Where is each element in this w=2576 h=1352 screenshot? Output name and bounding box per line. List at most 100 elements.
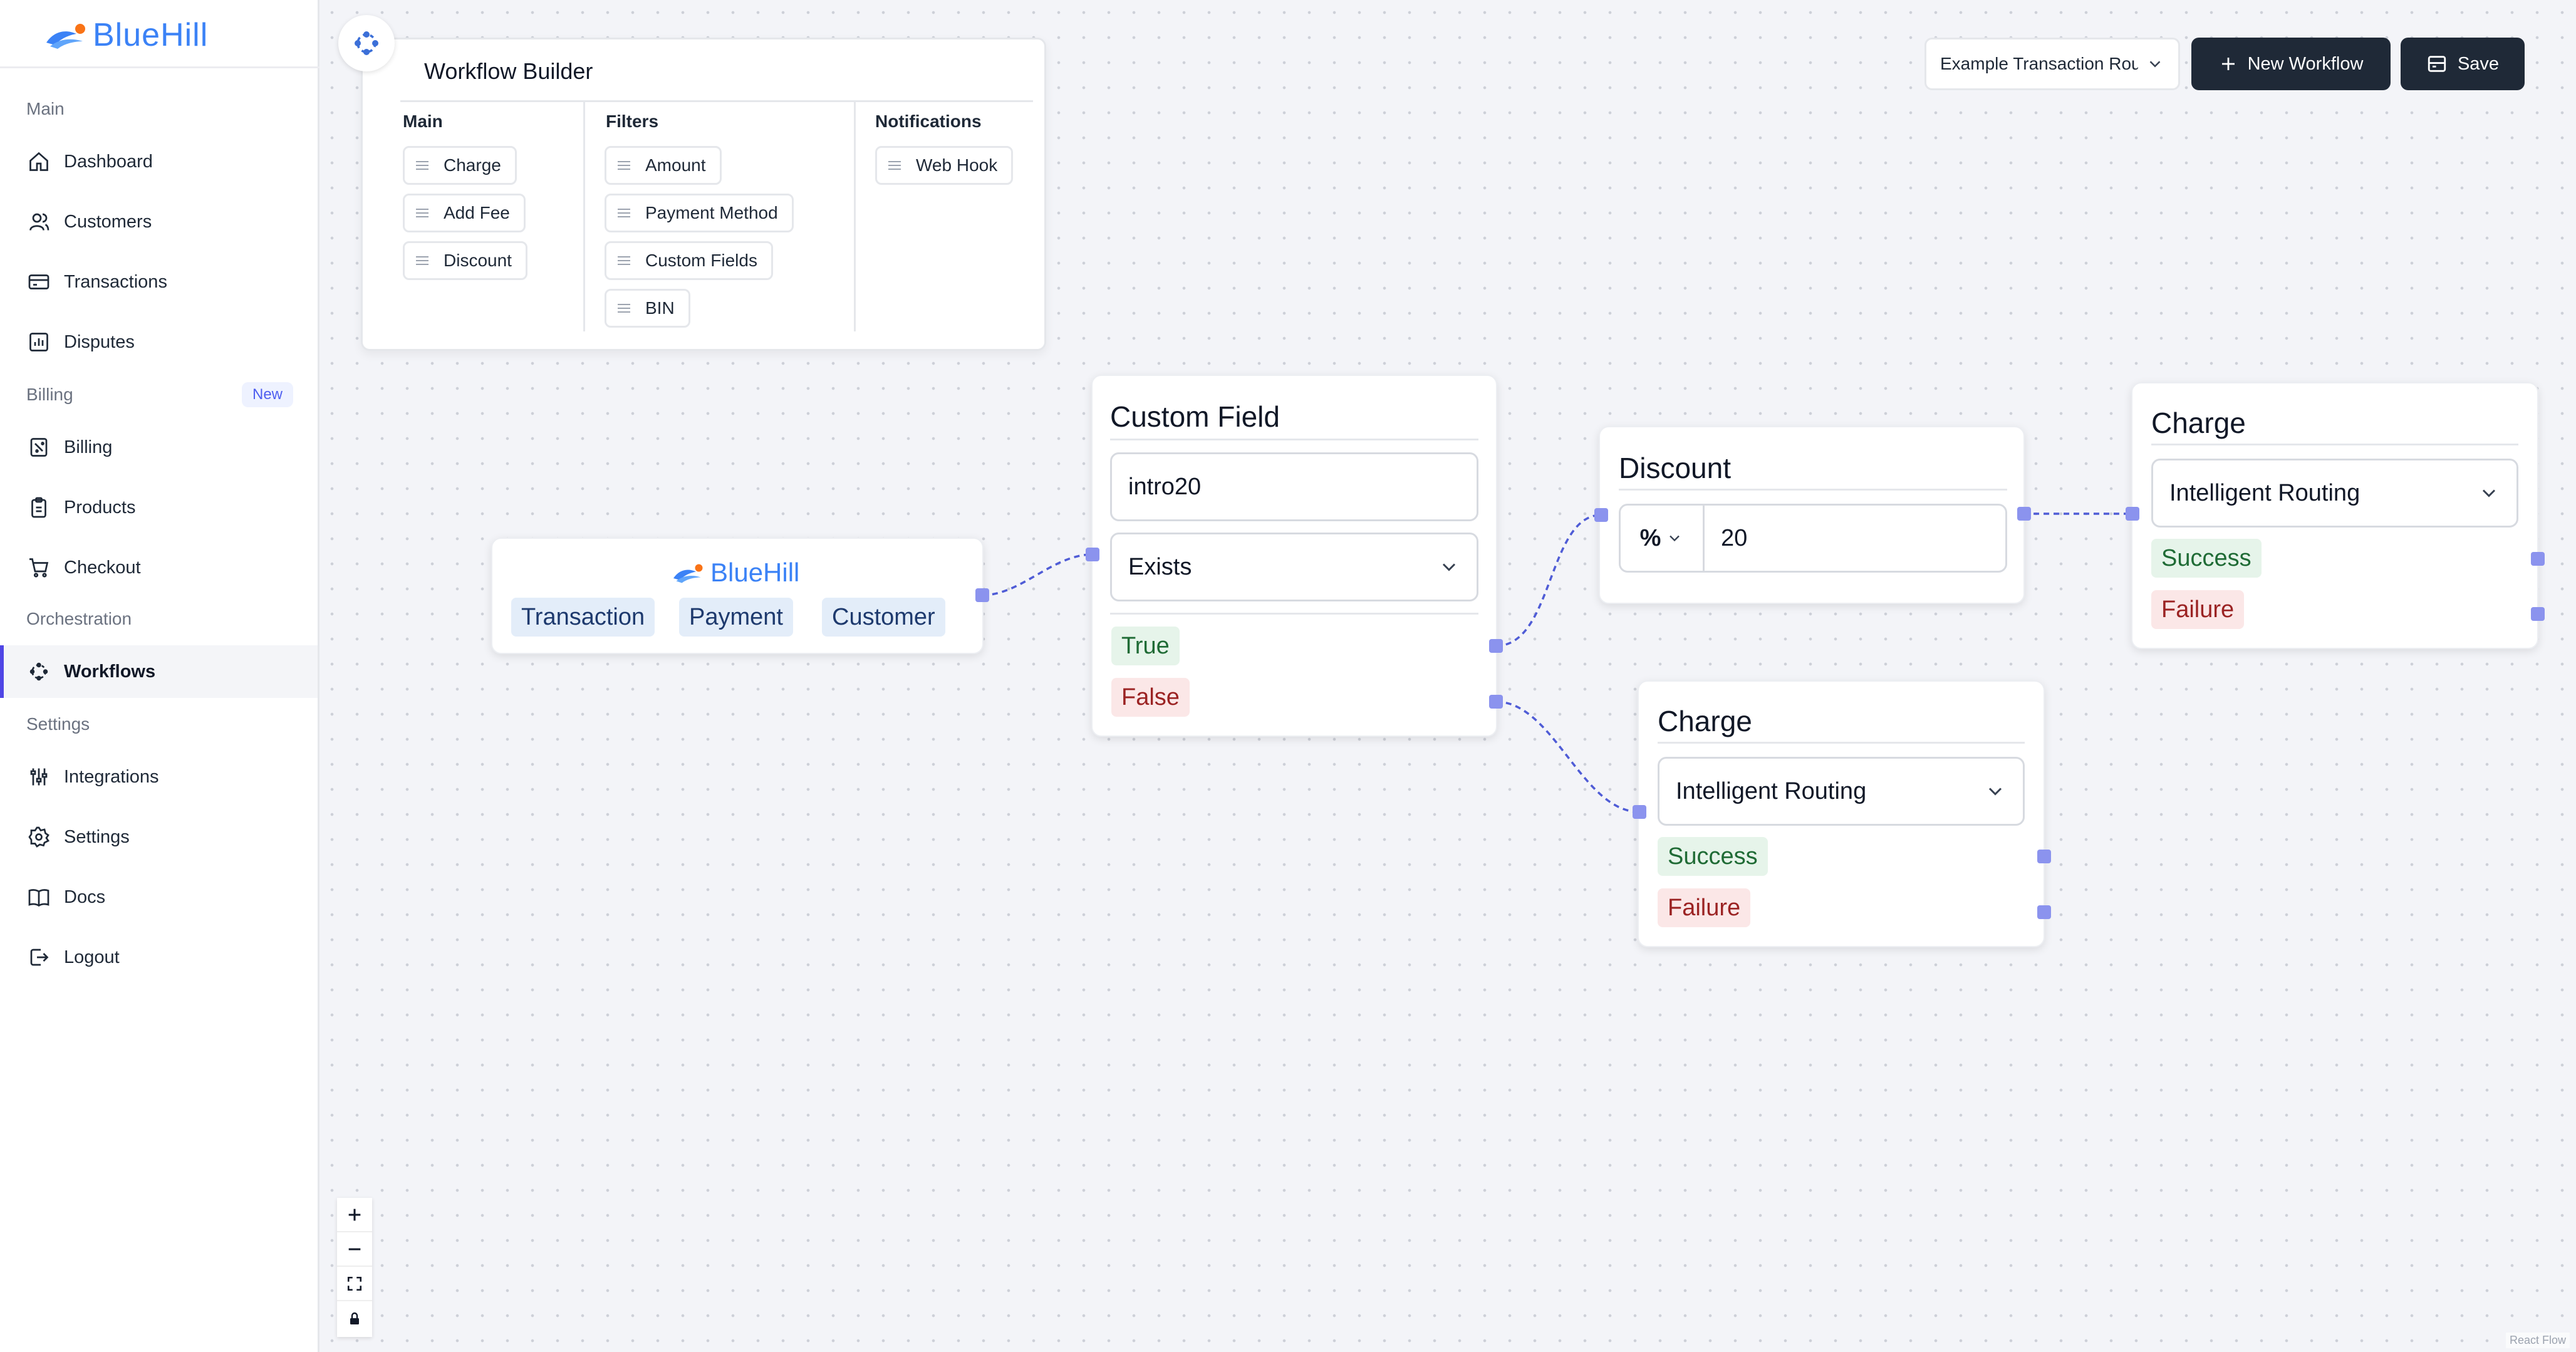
chip-label: Payment Method (645, 203, 778, 222)
charge-top-input-handle[interactable] (2126, 507, 2139, 521)
workflow-select[interactable]: Example Transaction Routing (1924, 38, 2180, 90)
chevron-down-icon (2149, 61, 2161, 68)
custom-field-input-handle[interactable] (1086, 548, 1099, 561)
builder-column-title-main: Main (403, 112, 443, 131)
chip-label: Amount (645, 155, 706, 175)
discount-input-group: % 20 (1619, 504, 2007, 573)
charge-top-routing-select[interactable]: Intelligent Routing (2151, 459, 2518, 528)
edge-source-to-custom-field (982, 553, 1093, 596)
edge-true-to-discount (1495, 514, 1602, 647)
builder-chip-amount[interactable]: Amount (605, 146, 722, 185)
custom-field-operator-select[interactable]: Exists (1110, 533, 1478, 601)
builder-chip-payment-method[interactable]: Payment Method (605, 194, 794, 232)
source-tag-transaction[interactable]: Transaction (511, 598, 655, 637)
plus-icon (2221, 58, 2235, 70)
charge-bottom-success-branch: Success (1658, 837, 1768, 876)
builder-column-divider (854, 102, 856, 331)
lock-button[interactable] (337, 1301, 372, 1336)
chip-label: Charge (444, 155, 501, 175)
chevron-down-icon (1988, 788, 2002, 796)
node-divider (2151, 444, 2518, 445)
discount-value-input[interactable]: 20 (1705, 506, 2005, 571)
custom-field-true-branch: True (1111, 627, 1180, 665)
chevron-down-icon (1670, 535, 1680, 542)
source-tag-customer[interactable]: Customer (822, 598, 945, 637)
drag-handle-icon (618, 256, 630, 265)
custom-field-false-handle[interactable] (1489, 695, 1503, 709)
discount-unit-select[interactable]: % (1621, 506, 1705, 571)
drag-handle-icon (618, 304, 630, 313)
builder-title: Workflow Builder (424, 58, 593, 84)
charge-top-success-handle[interactable] (2531, 552, 2545, 566)
charge-bottom-failure-branch: Failure (1658, 888, 1751, 927)
custom-field-node-title: Custom Field (1110, 400, 1280, 433)
workflow-select-value: Example Transaction Routing (1940, 54, 2138, 73)
source-node[interactable] (491, 538, 984, 654)
save-icon (2428, 56, 2446, 72)
workflow-builder-panel: Workflow Builder Main Filters Notificati… (361, 38, 1046, 351)
bluehill-logo-icon (673, 564, 703, 583)
source-node-brand: BlueHill (672, 558, 799, 588)
builder-chip-custom-fields[interactable]: Custom Fields (605, 241, 773, 280)
builder-chip-add-fee[interactable]: Add Fee (403, 194, 526, 232)
builder-divider (400, 100, 1033, 102)
custom-field-true-handle[interactable] (1489, 639, 1503, 653)
custom-field-value-input[interactable]: intro20 (1110, 452, 1478, 521)
charge-top-routing: Intelligent Routing (2169, 479, 2360, 506)
discount-output-handle[interactable] (2017, 507, 2031, 521)
drag-handle-icon (618, 209, 630, 217)
builder-column-title-filters: Filters (606, 112, 659, 131)
builder-chip-discount[interactable]: Discount (403, 241, 527, 280)
chevron-down-icon (1442, 563, 1456, 571)
chip-label: Custom Fields (645, 251, 757, 270)
zoom-out-button[interactable] (337, 1232, 372, 1267)
plus-icon (348, 1209, 361, 1220)
drag-handle-icon (416, 209, 428, 217)
builder-chip-web-hook[interactable]: Web Hook (875, 146, 1014, 185)
new-workflow-label: New Workflow (2247, 53, 2364, 74)
custom-field-false-branch: False (1111, 678, 1190, 717)
node-divider (1110, 439, 1478, 440)
discount-node-title: Discount (1619, 452, 1731, 484)
chevron-down-icon (2482, 489, 2496, 497)
source-tag-payment[interactable]: Payment (679, 598, 793, 637)
react-flow-attribution[interactable]: React Flow (2505, 1333, 2570, 1348)
fit-view-button[interactable] (337, 1267, 372, 1301)
charge-bottom-routing-select[interactable]: Intelligent Routing (1658, 757, 2025, 826)
chip-label: Add Fee (444, 203, 510, 222)
new-workflow-button[interactable]: New Workflow (2191, 38, 2391, 90)
discount-input-handle[interactable] (1594, 508, 1608, 522)
node-divider (1110, 613, 1478, 615)
zoom-in-button[interactable] (337, 1198, 372, 1232)
save-label: Save (2457, 53, 2500, 74)
node-divider (1658, 742, 2025, 744)
charge-bottom-success-handle[interactable] (2037, 850, 2051, 863)
charge-top-failure-handle[interactable] (2531, 607, 2545, 621)
charge-bottom-input-handle[interactable] (1633, 805, 1646, 819)
drag-handle-icon (416, 161, 428, 170)
builder-chip-bin[interactable]: BIN (605, 289, 690, 328)
chip-label: Discount (444, 251, 512, 270)
builder-column-title-notifications: Notifications (875, 112, 982, 131)
custom-field-operator: Exists (1128, 553, 1192, 580)
drag-handle-icon (416, 256, 428, 265)
fit-view-icon (347, 1276, 362, 1291)
charge-bottom-failure-handle[interactable] (2037, 905, 2051, 919)
zoom-controls (337, 1198, 372, 1337)
chip-label: BIN (645, 298, 675, 318)
discount-value: 20 (1721, 524, 1748, 551)
edge-false-to-charge-bottom (1495, 700, 1640, 813)
builder-toggle-button[interactable] (338, 15, 395, 71)
charge-top-success-branch: Success (2151, 539, 2262, 578)
source-brand-name: BlueHill (710, 558, 800, 587)
drag-handle-icon (888, 161, 901, 170)
builder-column-divider (583, 102, 585, 331)
lock-icon (350, 1312, 359, 1324)
builder-chip-charge[interactable]: Charge (403, 146, 517, 185)
source-node-output-handle[interactable] (975, 588, 989, 602)
chip-label: Web Hook (916, 155, 998, 175)
save-button[interactable]: Save (2401, 38, 2525, 90)
node-divider (1619, 489, 2007, 491)
workflow-icon (355, 31, 378, 55)
discount-unit: % (1639, 524, 1661, 551)
